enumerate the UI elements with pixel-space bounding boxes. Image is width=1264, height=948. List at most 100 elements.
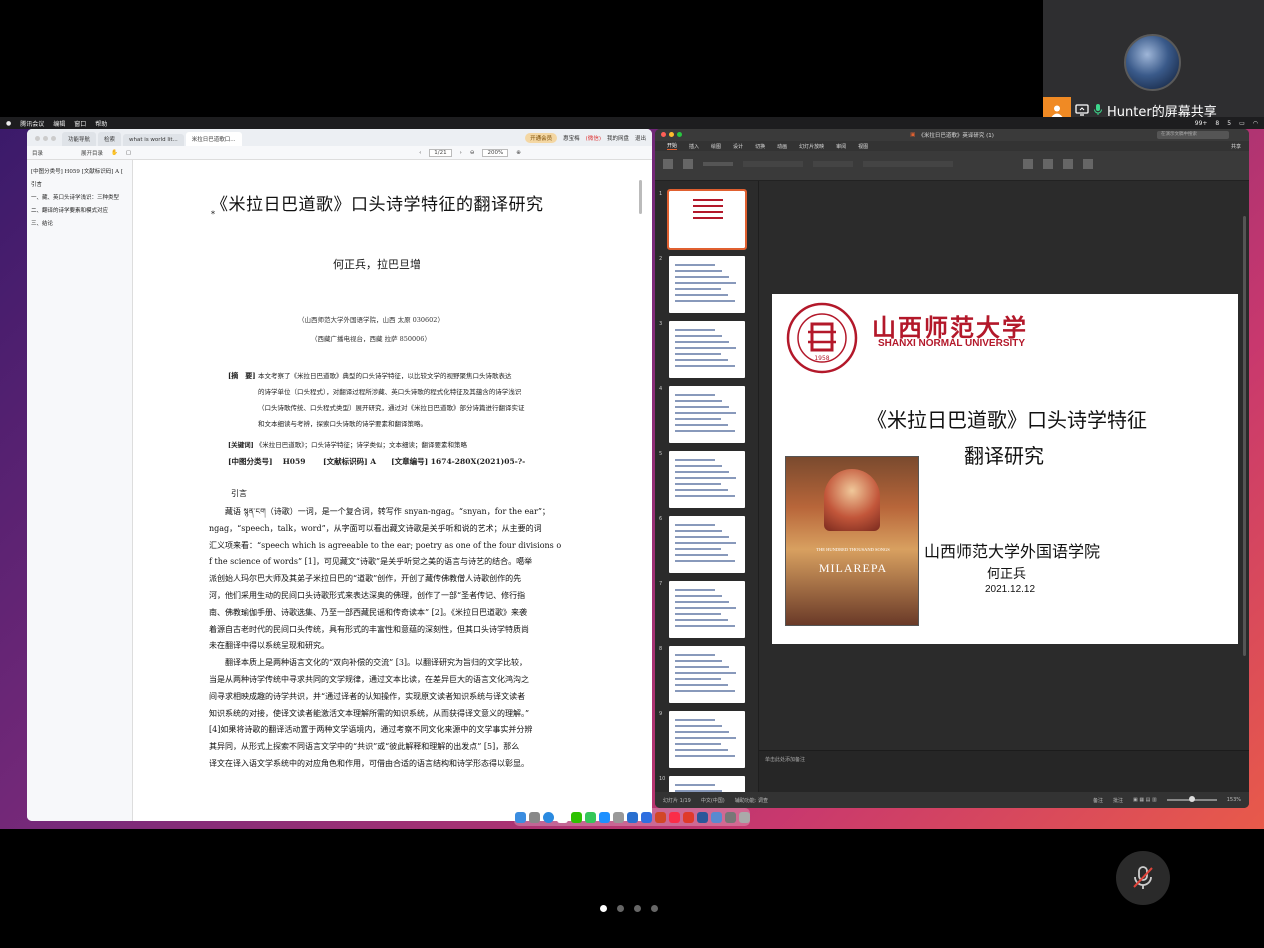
downloads-icon[interactable] [724, 811, 736, 823]
ribbon-tab-draw[interactable]: 绘图 [711, 143, 721, 150]
ppt-search-input[interactable]: 在演示文稿中搜索 [1157, 131, 1229, 139]
current-slide[interactable]: 1958 山西师范大学 SHANXI NORMAL UNIVERSITY 《米拉… [772, 294, 1238, 644]
status-item[interactable]: 5 [1227, 120, 1231, 127]
tab-milarepa-paper[interactable]: 米拉日巴道歌口... [185, 132, 242, 146]
tab-navigation[interactable]: 功能导航 [62, 132, 97, 146]
cloud-docs-link[interactable]: 我的网盘 [607, 134, 629, 142]
body-line: 汇义项来看：“speech which is agreeable to the … [209, 540, 562, 550]
calendar-icon[interactable] [556, 811, 568, 823]
ppt-file-icon: ▣ [910, 132, 916, 138]
next-page-icon[interactable]: › [460, 150, 462, 156]
outline-expand[interactable]: 展开目录 [81, 149, 103, 157]
exit-link[interactable]: 退出 [635, 134, 646, 142]
slide-thumbnail[interactable] [669, 646, 745, 703]
ribbon-tab-view[interactable]: 视图 [858, 143, 868, 150]
ribbon-buttons[interactable] [663, 159, 1223, 175]
messages-icon[interactable] [584, 811, 596, 823]
thumbnail-text-line [675, 465, 722, 467]
outline-label[interactable]: 目录 [32, 149, 43, 157]
user-name[interactable]: 惠宝梅 [563, 134, 580, 142]
launchpad-icon[interactable] [528, 811, 540, 823]
comments-toggle[interactable]: 批注 [1113, 797, 1123, 804]
thumbnail-text-line [675, 495, 735, 497]
speaker-notes[interactable]: 单击此处添加备注 [759, 750, 1249, 792]
hand-tool-icon[interactable]: ✋ [111, 150, 118, 156]
menu-app[interactable]: 腾讯会议 [20, 119, 44, 128]
thumbnail-text-line [693, 211, 723, 213]
slide-thumbnail[interactable] [669, 711, 745, 768]
page-dot[interactable] [617, 905, 624, 912]
trash-icon[interactable] [738, 811, 750, 823]
zoom-out-icon[interactable]: ⊖ [470, 150, 475, 156]
university-seal-icon: 1958 [786, 302, 858, 374]
menu-edit[interactable]: 编辑 [53, 119, 65, 128]
slide-thumbnail-panel: 1 2 3 4 5 6 7 8 9 10 [655, 181, 759, 804]
scrollbar[interactable] [639, 180, 642, 214]
outline-item[interactable]: 二、翻译的诗学要素和模式对应 [31, 205, 128, 218]
slide-thumbnail[interactable] [669, 451, 745, 508]
meeting-icon[interactable] [640, 811, 652, 823]
ppt-window-controls[interactable] [661, 132, 682, 137]
ribbon-tab-review[interactable]: 审阅 [836, 143, 846, 150]
menu-window[interactable]: 窗口 [74, 119, 86, 128]
slide-thumbnail-number: 3 [659, 321, 663, 327]
notes-toggle[interactable]: 备注 [1093, 797, 1103, 804]
upgrade-button[interactable]: 开通会员 [525, 133, 558, 143]
tab-search[interactable]: 检索 [98, 132, 122, 146]
book-title: MILAREPA [818, 561, 888, 575]
page-indicator[interactable]: 1/21 [429, 148, 452, 157]
ribbon-tab-slideshow[interactable]: 幻灯片放映 [799, 143, 824, 150]
menu-help[interactable]: 帮助 [95, 119, 107, 128]
tab-world-lit[interactable]: what is world lit... [123, 134, 184, 146]
ribbon-tab-design[interactable]: 设计 [733, 143, 743, 150]
ribbon-tab-insert[interactable]: 插入 [689, 143, 699, 150]
finder-icon[interactable] [514, 811, 526, 823]
page-dot[interactable] [634, 905, 641, 912]
body-line: f the science of words” [1]，可见藏文“诗歌”是关乎听… [209, 557, 533, 567]
apple-icon[interactable]: ● [6, 120, 11, 127]
music-icon[interactable] [668, 811, 680, 823]
wechat-icon[interactable] [570, 811, 582, 823]
zoom-percent[interactable]: 153% [1227, 797, 1241, 803]
battery-icon[interactable]: ▭ [1239, 120, 1245, 127]
zoom-level[interactable]: 200% [482, 148, 509, 157]
editor-scrollbar[interactable] [1243, 216, 1246, 656]
view-buttons[interactable]: ▣ ▦ ▤ ▥ [1133, 797, 1157, 803]
outline-item[interactable]: 一、藏、英口头诗学浅识：三种类型 [31, 192, 128, 205]
pdf-app-icon[interactable] [682, 811, 694, 823]
status-wechat[interactable]: 99+ [1195, 120, 1208, 127]
ribbon-tab-home[interactable]: 开始 [667, 142, 678, 150]
page-dot[interactable] [600, 905, 607, 912]
safari-icon[interactable] [542, 811, 554, 823]
select-tool-icon[interactable]: ▢ [126, 150, 131, 156]
slide-thumbnail[interactable] [669, 581, 745, 638]
ribbon-tab-animations[interactable]: 动画 [777, 143, 787, 150]
outline-item[interactable]: 三、结论 [31, 218, 128, 231]
wifi-icon[interactable]: ◠ [1253, 120, 1258, 127]
zoom-in-icon[interactable]: ⊕ [516, 150, 521, 156]
slide-thumbnail[interactable] [669, 321, 745, 378]
powerpoint-icon[interactable] [654, 811, 666, 823]
preview-icon[interactable] [710, 811, 722, 823]
window-controls[interactable] [31, 136, 60, 146]
accessibility-status[interactable]: 辅助功能: 调查 [735, 797, 768, 804]
ppt-share-button[interactable]: 共享 [1231, 143, 1241, 150]
settings-icon[interactable] [612, 811, 624, 823]
thumbnail-text-line [675, 666, 729, 668]
status-item[interactable]: 8 [1215, 120, 1219, 127]
mute-button[interactable] [1116, 851, 1170, 905]
slide-thumbnail[interactable] [669, 516, 745, 573]
zoom-slider[interactable] [1166, 796, 1217, 802]
prev-page-icon[interactable]: ‹ [419, 150, 421, 156]
slide-thumbnail[interactable] [667, 189, 747, 250]
slide-thumbnail[interactable] [669, 386, 745, 443]
browser-icon[interactable] [626, 811, 638, 823]
slide-thumbnail[interactable] [669, 256, 745, 313]
ribbon-tab-transitions[interactable]: 切换 [755, 143, 765, 150]
outline-item[interactable]: [中图分类号] H059 [文献标识码] A [ [31, 166, 128, 179]
word-icon[interactable] [696, 811, 708, 823]
appstore-icon[interactable] [598, 811, 610, 823]
outline-item[interactable]: 引言 [31, 179, 128, 192]
page-dot[interactable] [651, 905, 658, 912]
language-status[interactable]: 中文(中国) [701, 797, 725, 804]
